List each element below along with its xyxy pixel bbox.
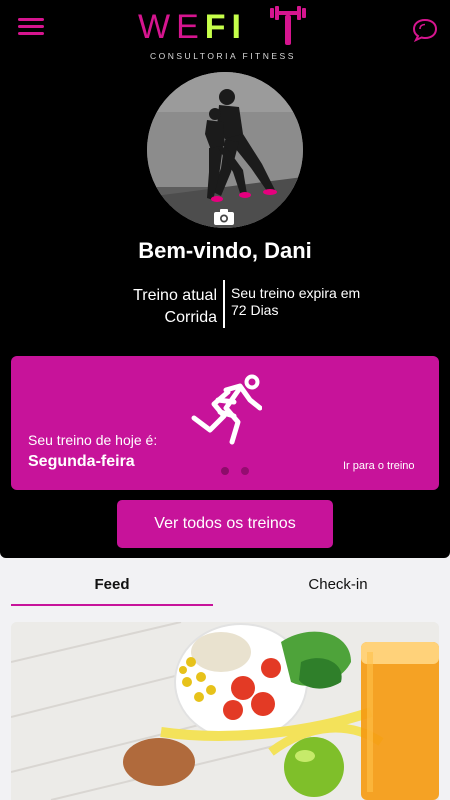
view-all-workouts-button[interactable]: Ver todos os treinos: [117, 500, 333, 548]
plan-expiry-days: 72 Dias: [231, 302, 279, 318]
logo-subtitle: CONSULTORIA FITNESS: [150, 51, 296, 61]
current-plan-name: Corrida: [164, 309, 217, 326]
welcome-title: Bem-vindo, Dani: [138, 238, 312, 263]
active-tab-indicator: [11, 604, 213, 606]
current-plan: Treino atual Corrida: [100, 285, 217, 329]
tab-check-in[interactable]: Check-in: [238, 576, 438, 593]
today-workout-label: Seu treino de hoje é:: [28, 432, 158, 448]
plan-expiry-text: Seu treino expira em: [231, 285, 361, 301]
today-workout-day: Segunda-feira: [28, 453, 135, 470]
carousel-dot[interactable]: [241, 467, 249, 475]
plan-divider: [223, 280, 225, 328]
tab-feed[interactable]: Feed: [12, 576, 212, 593]
profile-avatar[interactable]: [147, 72, 303, 228]
current-plan-label: Treino atual: [133, 287, 217, 304]
chat-bubble-icon[interactable]: [412, 18, 438, 43]
runner-icon: [190, 372, 263, 448]
carousel-dot[interactable]: [221, 467, 229, 475]
camera-icon[interactable]: [213, 208, 235, 226]
hamburger-icon[interactable]: [18, 18, 44, 42]
go-to-workout-link[interactable]: Ir para o treino: [343, 460, 415, 472]
plan-expiry: Seu treino expira em 72 Dias: [231, 285, 411, 319]
feed-post-image[interactable]: [11, 622, 439, 800]
logo-highlight: FI: [204, 8, 247, 46]
app-logo: WEFI CONSULTORIA FITNESS: [130, 2, 320, 62]
dumbbell-icon: [270, 6, 306, 45]
logo-prefix: WE: [138, 8, 205, 46]
